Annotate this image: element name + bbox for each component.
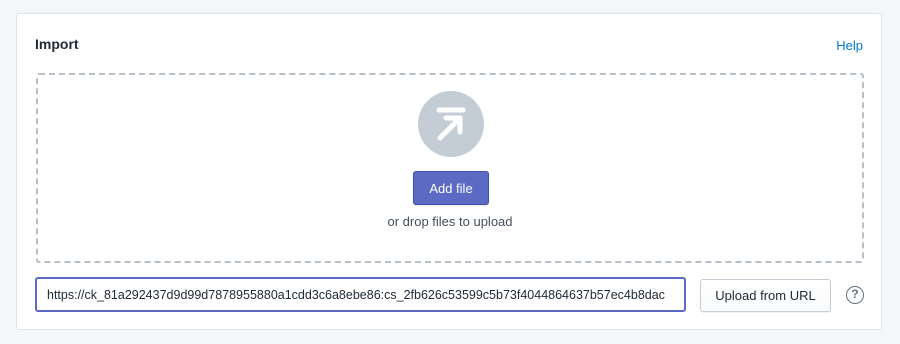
- question-mark-icon[interactable]: ?: [846, 286, 864, 304]
- card-title: Import: [35, 36, 79, 52]
- upload-from-url-button[interactable]: Upload from URL: [700, 279, 831, 312]
- add-file-button[interactable]: Add file: [413, 171, 489, 205]
- upload-arrow-icon: [418, 91, 484, 157]
- help-link[interactable]: Help: [836, 38, 863, 53]
- file-dropzone[interactable]: Add file or drop files to upload: [36, 73, 864, 263]
- url-input[interactable]: [35, 277, 686, 312]
- import-card: Import Help Add file or drop files to up…: [16, 13, 882, 330]
- drop-hint-text: or drop files to upload: [387, 214, 513, 229]
